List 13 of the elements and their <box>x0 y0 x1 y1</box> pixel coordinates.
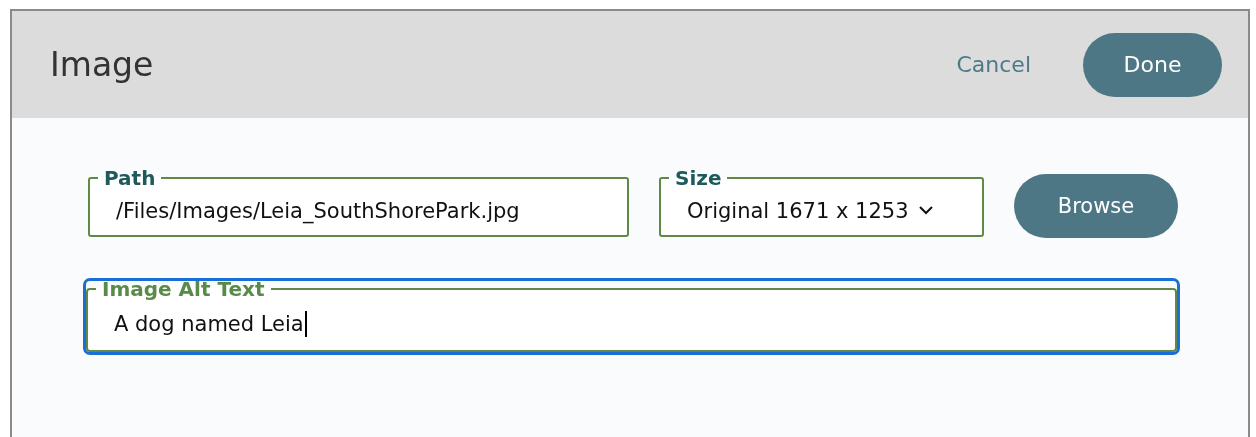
size-select[interactable]: Size Original 1671 x 1253 <box>659 170 984 237</box>
select-value: Original 1671 x 1253 <box>687 198 909 223</box>
field-label: Path <box>103 170 157 186</box>
chevron-down-icon <box>918 206 933 215</box>
browse-button[interactable]: Browse <box>1014 174 1178 238</box>
field-value: /Files/Images/Leia_SouthShorePark.jpg <box>116 198 520 223</box>
done-button[interactable]: Done <box>1083 32 1222 97</box>
field-value: A dog named Leia <box>114 311 304 336</box>
field-label: Size <box>674 170 723 186</box>
text-cursor <box>304 310 307 337</box>
input-field[interactable]: Image Alt Text A dog named Leia <box>86 281 1177 352</box>
input-field[interactable]: Path /Files/Images/Leia_SouthShorePark.jpg <box>88 170 629 237</box>
window-title: Image <box>50 45 155 84</box>
